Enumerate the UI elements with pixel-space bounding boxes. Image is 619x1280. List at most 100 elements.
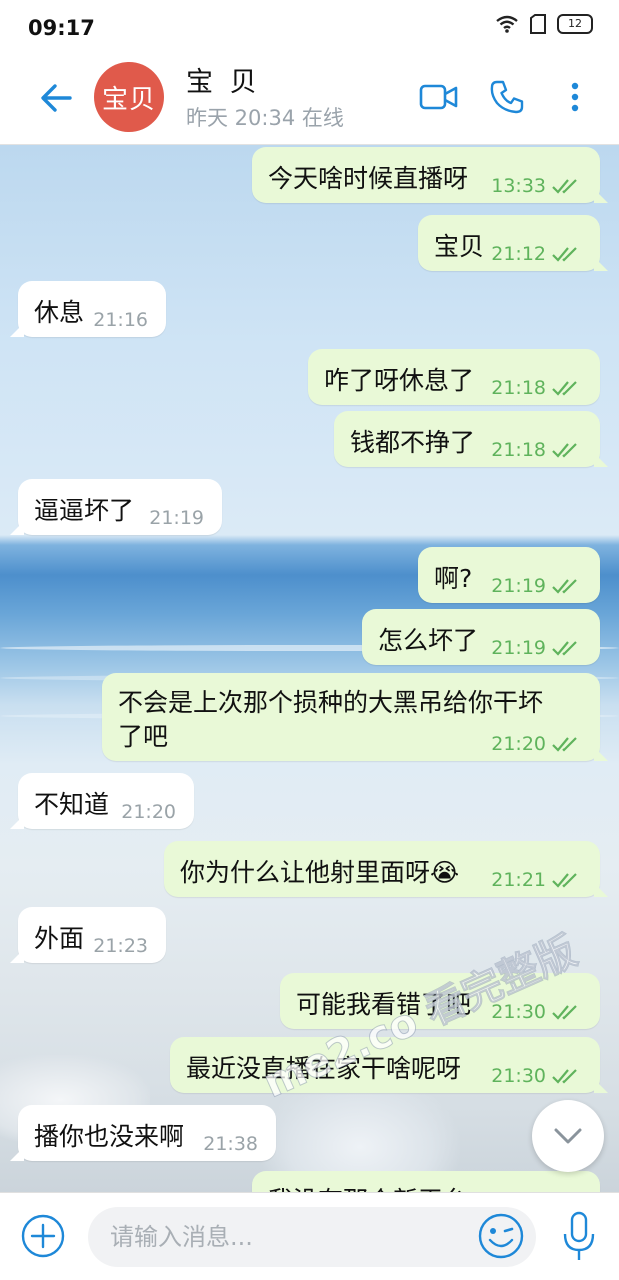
message-text: 今天啥时候直播呀	[268, 164, 469, 193]
message-input[interactable]: 请输入消息...	[88, 1207, 536, 1267]
message-meta: 21:19	[491, 637, 582, 659]
message-meta: 21:19	[149, 507, 204, 529]
message-meta: 21:20	[121, 801, 176, 823]
message-text: 逼逼坏了	[34, 496, 135, 525]
message-text: 最近没直播在家干啥呢呀	[186, 1054, 462, 1083]
message-text: 钱都不挣了	[350, 428, 476, 457]
message-meta: 21:18	[491, 377, 582, 399]
wifi-icon	[496, 15, 518, 33]
message-text: 怎么坏了	[378, 626, 479, 655]
message-time: 21:19	[149, 507, 204, 529]
message-meta: 21:30	[491, 1065, 582, 1087]
more-options-button[interactable]	[552, 74, 598, 120]
status-time: 09:17	[28, 16, 95, 40]
message-meta: 13:33	[491, 175, 582, 197]
arrow-left-icon	[41, 84, 72, 112]
message-text: 外面	[34, 924, 85, 953]
voice-call-button[interactable]	[484, 74, 530, 120]
message-text: 我没有那个新平台	[268, 1181, 468, 1192]
video-camera-icon	[419, 84, 458, 110]
message-time: 21:18	[491, 439, 546, 461]
message-text: 宝贝	[434, 232, 485, 261]
message-bubble-outgoing[interactable]: 怎么坏了 21:19	[362, 609, 600, 665]
message-meta: 21:38	[203, 1133, 258, 1155]
message-meta: 21:21	[491, 869, 582, 891]
message-bubble-outgoing[interactable]: 你为什么让他射里面呀😭 21:21	[164, 841, 608, 897]
message-text: 不知道	[34, 790, 110, 819]
emoji-button[interactable]	[476, 1211, 526, 1261]
message-bubble-outgoing[interactable]: 今天啥时候直播呀 13:33	[252, 147, 608, 203]
double-check-icon	[552, 247, 577, 262]
voice-record-button[interactable]	[556, 1207, 602, 1267]
message-meta: 21:19	[491, 575, 582, 597]
message-time: 21:16	[93, 309, 148, 331]
double-check-icon	[552, 873, 577, 888]
phone-icon	[490, 80, 524, 114]
message-meta: 21:18	[491, 439, 582, 461]
chevron-down-icon	[554, 1128, 582, 1144]
message-input-bar: 请输入消息...	[0, 1192, 619, 1280]
message-bubble-outgoing[interactable]: 咋了呀休息了 21:18	[308, 349, 600, 405]
message-text: 播你也没来啊	[34, 1122, 185, 1151]
message-bubble-outgoing[interactable]: 不会是上次那个损种的大黑吊给你干坏 了吧 21:20	[102, 673, 608, 761]
status-icons: 12	[495, 14, 593, 34]
battery-icon: 12	[557, 14, 593, 34]
message-bubble-outgoing[interactable]: 啊? 21:19	[418, 547, 600, 603]
message-text-line: 不会是上次那个损种的大黑吊给你干坏	[118, 688, 544, 717]
double-check-icon	[552, 1005, 577, 1020]
message-bubble-incoming[interactable]: 逼逼坏了 21:19	[10, 479, 222, 535]
message-time: 21:20	[491, 733, 546, 755]
message-time: 21:30	[491, 1001, 546, 1023]
double-check-icon	[552, 579, 577, 594]
message-time: 21:18	[491, 377, 546, 399]
status-bar: 09:17 12	[0, 0, 619, 56]
plus-circle-icon	[21, 1214, 65, 1258]
message-time: 21:23	[93, 935, 148, 957]
contact-name[interactable]: 宝 贝	[186, 60, 261, 99]
double-check-icon	[552, 737, 577, 752]
message-meta: 21:12	[491, 243, 582, 265]
message-time: 21:20	[121, 801, 176, 823]
message-time: 13:33	[491, 175, 546, 197]
message-time: 21:19	[491, 637, 546, 659]
message-text: 你为什么让他射里面呀😭	[180, 858, 460, 887]
double-check-icon	[552, 1069, 577, 1084]
message-time: 21:38	[203, 1133, 258, 1155]
video-call-button[interactable]	[416, 74, 462, 120]
message-time: 21:30	[491, 1065, 546, 1087]
contact-last-seen: 昨天 20:34 在线	[186, 106, 344, 130]
message-text: 休息	[34, 298, 85, 327]
message-time: 21:21	[491, 869, 546, 891]
sim-card-icon	[530, 14, 546, 34]
message-bubble-outgoing[interactable]: 可能我看错了吧 21:30	[280, 973, 600, 1029]
chat-messages-area[interactable]: 今天啥时候直播呀 13:33 宝贝 21:12 休息 21:16 咋了呀休息了 …	[0, 145, 619, 1192]
message-bubble-incoming[interactable]: 外面 21:23	[10, 907, 166, 963]
message-text: 可能我看错了吧	[296, 990, 472, 1019]
message-meta: 21:16	[93, 309, 148, 331]
message-bubble-outgoing[interactable]: 最近没直播在家干啥呢呀 21:30	[170, 1037, 608, 1093]
chat-header: 宝贝 宝 贝 昨天 20:34 在线	[0, 56, 619, 145]
message-bubble-outgoing[interactable]: 钱都不挣了 21:18	[334, 411, 608, 467]
message-text-line: 了吧	[118, 722, 169, 751]
message-meta: 21:23	[93, 935, 148, 957]
more-vertical-icon	[571, 82, 579, 112]
message-bubble-outgoing[interactable]: 宝贝 21:12	[418, 215, 608, 271]
message-bubble-outgoing[interactable]: 我没有那个新平台	[252, 1171, 600, 1192]
double-check-icon	[552, 179, 577, 194]
double-check-icon	[552, 443, 577, 458]
message-text: 啊?	[434, 564, 473, 593]
message-bubble-incoming[interactable]: 休息 21:16	[10, 281, 166, 337]
wink-emoji-icon	[478, 1213, 524, 1259]
attach-button[interactable]	[20, 1213, 66, 1259]
message-bubble-incoming[interactable]: 不知道 21:20	[10, 773, 194, 829]
scroll-to-bottom-button[interactable]	[532, 1100, 604, 1172]
message-meta: 21:30	[491, 1001, 582, 1023]
message-meta: 21:20	[491, 733, 582, 755]
avatar[interactable]: 宝贝	[94, 62, 164, 132]
back-button[interactable]	[36, 78, 76, 118]
double-check-icon	[552, 381, 577, 396]
message-time: 21:19	[491, 575, 546, 597]
message-time: 21:12	[491, 243, 546, 265]
message-text: 咋了呀休息了	[324, 366, 475, 395]
message-bubble-incoming[interactable]: 播你也没来啊 21:38	[10, 1105, 276, 1161]
